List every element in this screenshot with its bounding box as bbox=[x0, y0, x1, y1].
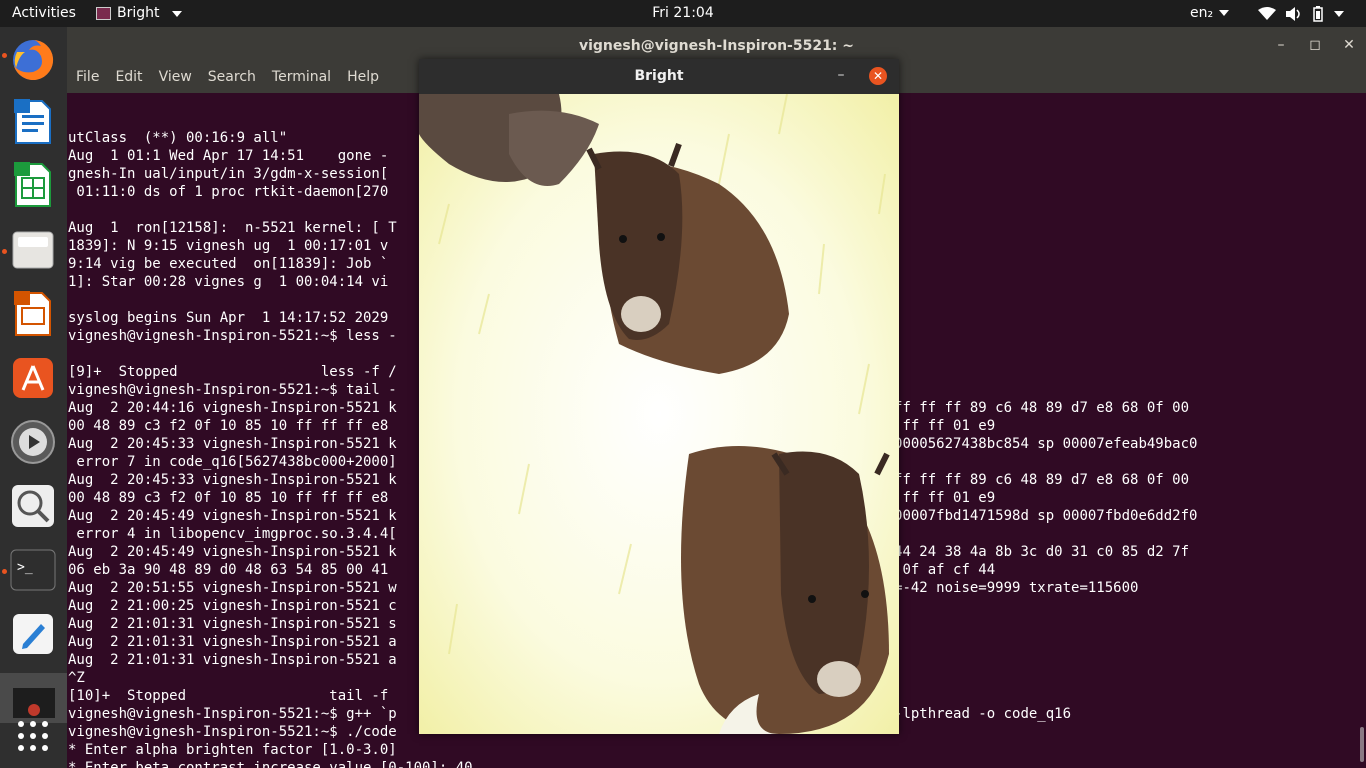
svg-text:>_: >_ bbox=[17, 560, 33, 575]
scrollbar[interactable] bbox=[1360, 727, 1364, 762]
clock-container: Fri 21:04 bbox=[0, 0, 1366, 27]
close-icon[interactable]: ✕ bbox=[1332, 27, 1366, 63]
terminal-line: * Enter alpha brighten factor [1.0-3.0] bbox=[68, 742, 397, 758]
app-menu-label: Bright bbox=[117, 5, 160, 21]
files-icon[interactable] bbox=[8, 225, 58, 275]
dock: >_ bbox=[0, 27, 67, 768]
activities-button[interactable]: Activities bbox=[12, 0, 76, 27]
volume-icon bbox=[1286, 6, 1300, 21]
menu-help[interactable]: Help bbox=[338, 63, 386, 93]
battery-icon bbox=[1313, 5, 1323, 22]
menu-view[interactable]: View bbox=[150, 63, 199, 93]
menu-file[interactable]: File bbox=[67, 63, 106, 93]
writer-icon[interactable] bbox=[8, 97, 58, 147]
close-icon[interactable]: ✕ bbox=[869, 67, 887, 85]
menu-terminal[interactable]: Terminal bbox=[263, 63, 338, 93]
brightened-image bbox=[419, 94, 899, 734]
terminal-titlebar[interactable]: vignesh@vignesh-Inspiron-5521: ~ – ◻ ✕ bbox=[67, 27, 1366, 63]
window-controls: – ◻ ✕ bbox=[1264, 27, 1366, 63]
calc-icon[interactable] bbox=[8, 160, 58, 210]
minimize-icon[interactable]: – bbox=[831, 66, 851, 86]
language-label: en₂ bbox=[1190, 5, 1214, 21]
clock[interactable]: Fri 21:04 bbox=[652, 5, 713, 21]
running-indicator bbox=[2, 569, 7, 574]
menu-search[interactable]: Search bbox=[199, 63, 263, 93]
impress-icon[interactable] bbox=[8, 289, 58, 339]
menu-edit[interactable]: Edit bbox=[106, 63, 149, 93]
bright-titlebar[interactable]: Bright bbox=[419, 59, 899, 94]
bright-title: Bright bbox=[634, 68, 684, 84]
language-indicator[interactable]: en₂ bbox=[1190, 0, 1230, 27]
wifi-icon bbox=[1258, 6, 1276, 20]
top-bar: Activities Bright Fri 21:04 en₂ bbox=[0, 0, 1366, 27]
screenshot-icon[interactable] bbox=[8, 481, 58, 531]
chevron-down-icon bbox=[171, 10, 182, 17]
maximize-icon[interactable]: ◻ bbox=[1298, 27, 1332, 63]
firefox-icon[interactable] bbox=[8, 35, 58, 85]
chevron-down-icon bbox=[1334, 10, 1344, 17]
software-center-icon[interactable] bbox=[8, 353, 58, 403]
terminal-line: * Enter beta contrast increase value [0-… bbox=[68, 760, 473, 768]
terminal-title: vignesh@vignesh-Inspiron-5521: ~ bbox=[578, 38, 855, 54]
chevron-down-icon bbox=[1219, 10, 1230, 16]
minimize-icon[interactable]: – bbox=[1264, 27, 1298, 63]
terminal-icon[interactable]: >_ bbox=[8, 545, 58, 595]
app-grid-icon[interactable] bbox=[8, 711, 58, 761]
yak-photo bbox=[419, 94, 899, 734]
videos-icon[interactable] bbox=[8, 417, 58, 467]
bright-window[interactable]: Bright – ✕ bbox=[419, 59, 899, 734]
running-indicator bbox=[2, 53, 7, 58]
bright-app-icon bbox=[96, 7, 111, 20]
running-indicator bbox=[2, 249, 7, 254]
text-editor-icon[interactable] bbox=[8, 609, 58, 659]
app-menu[interactable]: Bright bbox=[96, 0, 182, 27]
system-tray[interactable] bbox=[1258, 0, 1344, 27]
